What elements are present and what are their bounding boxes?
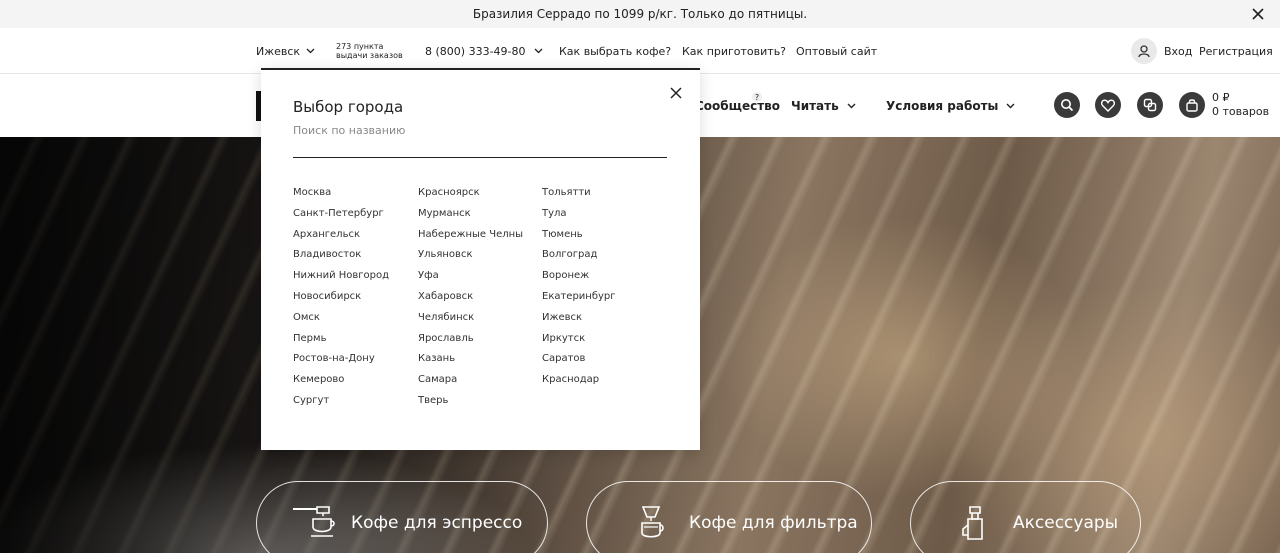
- chevron-down-icon: [306, 48, 315, 54]
- city-link[interactable]: Нижний Новгород: [293, 269, 389, 290]
- city-link[interactable]: Ярославль: [418, 332, 523, 353]
- promo-bar: Бразилия Серрадо по 1099 р/кг. Только до…: [0, 0, 1280, 28]
- pickup-points-label: выдачи заказов: [336, 51, 403, 60]
- register-link[interactable]: Регистрация: [1199, 28, 1273, 74]
- city-link[interactable]: Мурманск: [418, 207, 523, 228]
- city-link[interactable]: Уфа: [418, 269, 523, 290]
- search-button[interactable]: [1054, 92, 1080, 118]
- city-link[interactable]: Казань: [418, 352, 523, 373]
- city-link[interactable]: Самара: [418, 373, 523, 394]
- city-link[interactable]: Сургут: [293, 394, 389, 415]
- read-label: Читать: [791, 99, 839, 113]
- city-link[interactable]: Владивосток: [293, 248, 389, 269]
- grinder-icon: [953, 503, 997, 543]
- city-link[interactable]: Красноярск: [418, 186, 523, 207]
- chevron-down-icon: [847, 103, 856, 109]
- category-filter-button[interactable]: Кофе для фильтра: [586, 481, 872, 553]
- category-accessories-button[interactable]: Аксессуары: [910, 481, 1141, 553]
- search-icon: [1061, 99, 1074, 112]
- community-link[interactable]: Сообщество: [695, 75, 780, 137]
- city-link[interactable]: Тюмень: [542, 228, 616, 249]
- chevron-down-icon: [534, 48, 542, 54]
- city-link[interactable]: Новосибирск: [293, 290, 389, 311]
- favorites-button[interactable]: [1095, 92, 1121, 118]
- city-link[interactable]: Саратов: [542, 352, 616, 373]
- terms-menu[interactable]: Условия работы: [886, 75, 1015, 137]
- city-link[interactable]: Санкт-Петербург: [293, 207, 389, 228]
- wholesale-link[interactable]: Оптовый сайт: [796, 28, 877, 74]
- city-link[interactable]: Омск: [293, 311, 389, 332]
- pickup-points-count: 273 пункта: [336, 42, 384, 51]
- city-search-input[interactable]: [293, 122, 667, 158]
- phone-number: 8 (800) 333-49-80: [425, 44, 526, 58]
- category-espresso-button[interactable]: Кофе для эспрессо: [256, 481, 548, 553]
- city-link[interactable]: Хабаровск: [418, 290, 523, 311]
- chevron-down-icon: [1006, 103, 1015, 109]
- city-link[interactable]: Тула: [542, 207, 616, 228]
- city-link[interactable]: Челябинск: [418, 311, 523, 332]
- promo-text: Бразилия Серрадо по 1099 р/кг. Только до…: [472, 7, 808, 21]
- user-icon[interactable]: [1131, 38, 1157, 64]
- city-link[interactable]: Москва: [293, 186, 389, 207]
- city-link[interactable]: Тверь: [418, 394, 523, 415]
- espresso-machine-icon: [291, 503, 335, 543]
- city-label: Ижевск: [256, 44, 301, 58]
- cart-count: 0 товаров: [1212, 105, 1270, 118]
- heart-icon: [1101, 98, 1115, 112]
- compare-button[interactable]: [1137, 92, 1163, 118]
- city-column-3: Тольятти Тула Тюмень Волгоград Воронеж Екатер…: [542, 186, 616, 394]
- city-link[interactable]: Ижевск: [542, 311, 616, 332]
- city-link[interactable]: Набережные Челны: [418, 228, 523, 249]
- city-link[interactable]: Екатеринбург: [542, 290, 616, 311]
- city-link[interactable]: Архангельск: [293, 228, 389, 249]
- close-icon[interactable]: [669, 86, 683, 100]
- close-icon[interactable]: [1250, 6, 1266, 22]
- terms-label: Условия работы: [886, 99, 999, 113]
- bag-icon: [1186, 99, 1198, 112]
- city-link[interactable]: Воронеж: [542, 269, 616, 290]
- city-link[interactable]: Ульяновск: [418, 248, 523, 269]
- city-link[interactable]: Волгоград: [542, 248, 616, 269]
- category-filter-label: Кофе для фильтра: [689, 513, 858, 533]
- city-link[interactable]: Тольятти: [542, 186, 616, 207]
- cart-summary[interactable]: 0 ₽ 0 товаров: [1212, 91, 1269, 119]
- city-column-1: Москва Санкт-Петербург Архангельск Владивос…: [293, 186, 389, 415]
- cart-button[interactable]: [1179, 92, 1205, 118]
- login-link[interactable]: Вход: [1164, 28, 1192, 74]
- city-link[interactable]: Кемерово: [293, 373, 389, 394]
- category-accessories-label: Аксессуары: [1013, 513, 1119, 533]
- city-link[interactable]: Пермь: [293, 332, 389, 353]
- compare-icon: [1143, 98, 1157, 112]
- city-column-2: Красноярск Мурманск Набережные Челны Ульяно…: [418, 186, 523, 415]
- city-link[interactable]: Иркутск: [542, 332, 616, 353]
- popup-title: Выбор города: [293, 98, 404, 116]
- read-menu[interactable]: Читать: [791, 75, 856, 137]
- help-badge[interactable]: ?: [752, 92, 762, 102]
- category-espresso-label: Кофе для эспрессо: [351, 513, 523, 533]
- filter-dripper-icon: [629, 503, 673, 543]
- city-link[interactable]: Ростов-на-Дону: [293, 352, 389, 373]
- city-popup: Выбор города МоскваСанкт-ПетербургАрханг…: [261, 68, 700, 450]
- city-link[interactable]: Краснодар: [542, 373, 616, 394]
- cart-sum: 0 ₽: [1212, 91, 1230, 104]
